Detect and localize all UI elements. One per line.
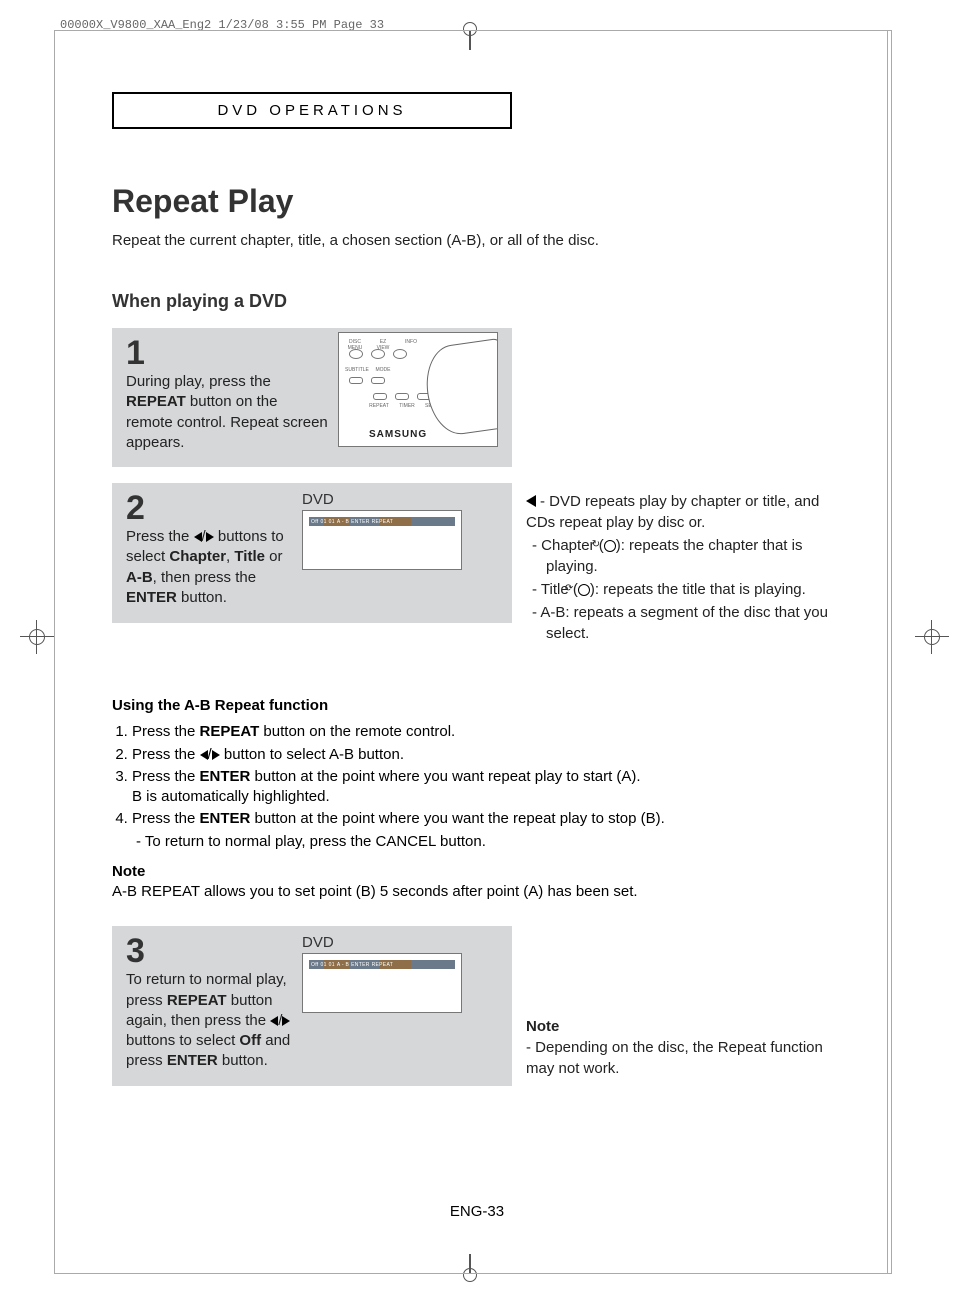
t: REPEAT <box>126 393 186 410</box>
osd-bar: Off 01 01 A - B ENTER REPEAT <box>309 517 455 526</box>
t: ENTER <box>200 810 251 827</box>
t: button to select A-B button. <box>220 746 404 763</box>
left-arrow-icon <box>200 750 208 760</box>
remote-label: SUBTITLE <box>345 367 365 373</box>
step-1-text: During play, press the REPEAT button on … <box>126 372 328 453</box>
ab-step-4: Press the ENTER button at the point wher… <box>132 809 882 829</box>
step-1-number: 1 <box>126 336 328 370</box>
osd-item: 01 <box>329 962 335 968</box>
osd-screenshot: Off 01 01 A - B ENTER REPEAT <box>302 510 462 570</box>
ab-step-2: Press the / button to select A-B button. <box>132 745 882 765</box>
t: During play, press the <box>126 373 271 390</box>
step-3-number: 3 <box>126 934 294 968</box>
t: Off <box>239 1032 261 1049</box>
side-line: - A-B: repeats a segment of the disc tha… <box>532 602 846 644</box>
brand-label: SAMSUNG <box>369 429 427 440</box>
note-label: Note <box>526 1016 836 1037</box>
right-arrow-icon <box>282 1016 290 1026</box>
remote-label: TIMER <box>397 403 417 409</box>
title-icon <box>578 584 590 596</box>
osd-item: REPEAT <box>372 519 393 525</box>
osd-item: A - B <box>337 519 349 525</box>
column-rule <box>887 30 888 1274</box>
t: B is automatically highlighted. <box>132 788 330 805</box>
osd-item: Off <box>311 519 318 525</box>
osd-screenshot: Off 01 01 A - B ENTER REPEAT <box>302 953 462 1013</box>
remote-illustration: DISC MENU EZ VIEW INFO SUBTITLE MODE REP… <box>338 332 498 447</box>
osd-item: 01 <box>320 519 326 525</box>
left-arrow-icon <box>194 532 202 542</box>
t: button. <box>177 589 227 606</box>
t: Press the <box>132 768 200 785</box>
t: buttons to select <box>126 1032 239 1049</box>
step-2-number: 2 <box>126 491 294 525</box>
t: button. <box>218 1052 268 1069</box>
step-2: 2 Press the / buttons to select Chapter,… <box>112 483 512 623</box>
intro-text: Repeat the current chapter, title, a cho… <box>112 232 882 249</box>
remote-label: REPEAT <box>369 403 389 409</box>
t: Chapter <box>169 548 226 565</box>
note-label: Note <box>112 862 882 882</box>
t: A-B <box>126 569 153 586</box>
osd-bar: Off 01 01 A - B ENTER REPEAT <box>309 960 455 969</box>
side-line: - DVD repeats play by chapter or title, … <box>526 493 819 531</box>
left-arrow-icon <box>270 1016 278 1026</box>
osd-item: 01 <box>320 962 326 968</box>
t: or <box>265 548 283 565</box>
t: button at the point where you want repea… <box>250 768 640 785</box>
section-label: DVD OPERATIONS <box>112 92 512 129</box>
osd-item: 01 <box>329 519 335 525</box>
t: ENTER <box>126 589 177 606</box>
page-number: ENG-33 <box>0 1203 954 1220</box>
page-title: Repeat Play <box>112 183 882 220</box>
t: button on the remote control. <box>259 723 455 740</box>
ab-heading: Using the A-B Repeat function <box>112 696 882 716</box>
registration-mark-right <box>915 620 949 654</box>
step-3-text: To return to normal play, press REPEAT b… <box>126 970 294 1071</box>
registration-mark-left <box>20 620 54 654</box>
t: ENTER <box>167 1052 218 1069</box>
thumb-illustration <box>421 338 498 438</box>
note-text: A-B REPEAT allows you to set point (B) 5… <box>112 882 882 902</box>
ab-step-3: Press the ENTER button at the point wher… <box>132 767 882 808</box>
dvd-label: DVD <box>302 934 498 951</box>
side-notes: - DVD repeats play by chapter or title, … <box>526 491 846 644</box>
t: REPEAT <box>200 723 260 740</box>
osd-item: REPEAT <box>372 962 393 968</box>
osd-item: ENTER <box>351 519 369 525</box>
chapter-icon <box>604 540 616 552</box>
t: Press the <box>132 810 200 827</box>
section-label-text: DVD OPERATIONS <box>217 102 406 119</box>
step-1: 1 During play, press the REPEAT button o… <box>112 328 512 467</box>
t: Press the <box>126 528 194 545</box>
t: REPEAT <box>167 992 227 1009</box>
step-3: 3 To return to normal play, press REPEAT… <box>112 926 512 1085</box>
left-arrow-icon <box>526 495 536 507</box>
osd-item: A - B <box>337 962 349 968</box>
t: ): repeats the title that is playing. <box>590 581 806 598</box>
dvd-label: DVD <box>302 491 498 508</box>
t: Press the <box>132 723 200 740</box>
right-arrow-icon <box>212 750 220 760</box>
osd-item: Off <box>311 962 318 968</box>
remote-label: MODE <box>373 367 393 373</box>
subheading: When playing a DVD <box>112 291 882 312</box>
t: ENTER <box>200 768 251 785</box>
osd-item: ENTER <box>351 962 369 968</box>
t: button at the point where you want the r… <box>250 810 664 827</box>
ab-subline: - To return to normal play, press the CA… <box>136 832 882 852</box>
note-text: - Depending on the disc, the Repeat func… <box>526 1037 836 1079</box>
step-2-text: Press the / buttons to select Chapter, T… <box>126 527 294 608</box>
bottom-note: Note - Depending on the disc, the Repeat… <box>526 1016 836 1079</box>
ab-repeat-section: Using the A-B Repeat function Press the … <box>112 696 882 902</box>
right-arrow-icon <box>206 532 214 542</box>
t: , then press the <box>153 569 256 586</box>
t: Title <box>234 548 265 565</box>
t: Press the <box>132 746 200 763</box>
ab-step-1: Press the REPEAT button on the remote co… <box>132 722 882 742</box>
